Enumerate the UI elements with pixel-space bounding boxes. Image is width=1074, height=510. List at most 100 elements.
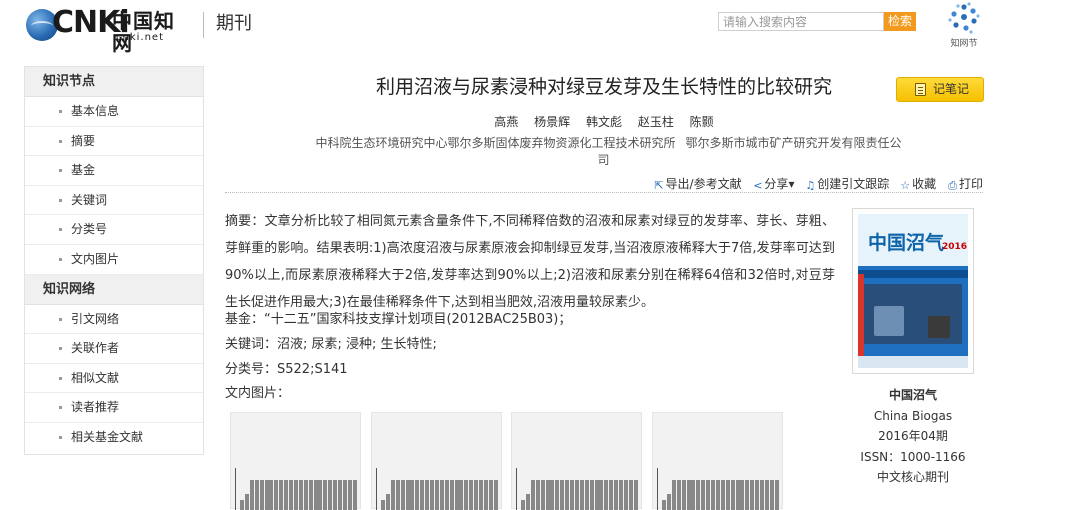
figure-bar — [740, 480, 745, 510]
share-label: 分享 — [764, 177, 789, 191]
figure-bar — [604, 480, 609, 510]
citation-tracking-button[interactable]: ♫ 创建引文跟踪 — [804, 175, 889, 192]
sidebar-item-related-fund-docs[interactable]: 相关基金文献 — [25, 423, 203, 453]
share-icon: < — [753, 179, 763, 192]
figure-chart-preview — [376, 468, 498, 510]
author-link[interactable]: 赵玉柱 — [638, 115, 674, 129]
author-link[interactable]: 韩文彪 — [586, 115, 622, 129]
sidebar-item-similar-docs[interactable]: 相似文献 — [25, 364, 203, 394]
figure-bar — [570, 480, 574, 510]
sidebar-item-fund[interactable]: 基金 — [25, 156, 203, 186]
figure-bar — [750, 480, 755, 510]
figure-bar — [696, 480, 701, 510]
figure-chart-preview — [516, 468, 638, 510]
logo-url: cnki.net — [116, 32, 164, 43]
figure-bar — [274, 480, 279, 510]
section-title[interactable]: 期刊 — [216, 12, 252, 36]
figure-bar — [303, 480, 308, 510]
figure-bar — [318, 480, 323, 510]
figure-bar — [488, 480, 493, 510]
keywords-links[interactable]: 沼液; 尿素; 浸种; 生长特性; — [277, 337, 437, 352]
figure-bar — [676, 480, 681, 510]
figure-bar — [415, 480, 420, 510]
figure-bar — [609, 480, 614, 510]
figure-bar — [410, 480, 415, 510]
cover-photo — [864, 284, 962, 344]
author-link[interactable]: 陈颢 — [690, 115, 714, 129]
journal-issue[interactable]: 2016年04期 — [852, 426, 974, 447]
print-button[interactable]: ⎙ 打印 — [946, 175, 983, 192]
article-toolbar: ⇱ 导出/参考文献 < 分享▾ ♫ 创建引文跟踪 ☆ 收藏 ⎙ 打印 — [225, 175, 983, 192]
figure-bar — [483, 480, 488, 510]
figure-bar — [769, 480, 774, 510]
figure-bar — [289, 480, 293, 510]
sidebar-item-reader-recommend[interactable]: 读者推荐 — [25, 393, 203, 423]
figure-bar — [706, 480, 711, 510]
keywords-row: 关键词：沼液; 尿素; 浸种; 生长特性; — [225, 335, 437, 355]
figure-bar — [686, 480, 691, 510]
figure-bar — [671, 480, 676, 510]
figure-bar — [249, 480, 254, 510]
search-input[interactable] — [718, 12, 884, 31]
figure-thumbnail[interactable] — [652, 412, 783, 510]
journal-cover[interactable]: 中国沼气 2016 — [852, 208, 974, 374]
sidebar-item-figures[interactable]: 文内图片 — [25, 245, 203, 275]
share-button[interactable]: < 分享▾ — [751, 175, 794, 192]
figure-bar — [474, 480, 479, 510]
figure-bar — [755, 480, 760, 510]
organization-list: 中科院生态环境研究中心鄂尔多斯固体废弃物资源化工程技术研究所 鄂尔多斯市城市矿产研… — [310, 135, 902, 169]
figure-thumbnail[interactable] — [230, 412, 361, 510]
export-reference-button[interactable]: ⇱ 导出/参考文献 — [653, 175, 741, 192]
favorite-label: 收藏 — [912, 177, 937, 191]
search-button[interactable]: 检索 — [884, 12, 916, 31]
author-link[interactable]: 高燕 — [494, 115, 518, 129]
sidebar-group-title-network: 知识网络 — [25, 274, 203, 305]
organization-link[interactable]: 中科院生态环境研究中心鄂尔多斯固体废弃物资源化工程技术研究所 — [315, 136, 675, 150]
figure-bar — [323, 480, 328, 510]
figure-bar — [535, 480, 540, 510]
figure-bar — [545, 480, 550, 510]
favorite-button[interactable]: ☆ 收藏 — [899, 175, 936, 192]
figure-bar — [525, 494, 530, 510]
figure-bar — [691, 480, 696, 510]
figure-bar — [745, 480, 750, 510]
figure-bar — [555, 480, 560, 510]
figure-bar — [293, 480, 298, 510]
sidebar-item-basic-info[interactable]: 基本信息 — [25, 97, 203, 127]
citation-tracking-label: 创建引文跟踪 — [817, 177, 890, 191]
figure-bar — [333, 480, 338, 510]
figure-bar — [550, 480, 555, 510]
figure-thumbnail[interactable] — [371, 412, 502, 510]
figure-bar — [493, 480, 498, 510]
sidebar-item-abstract[interactable]: 摘要 — [25, 127, 203, 157]
sidebar-item-citation-network[interactable]: 引文网络 — [25, 305, 203, 335]
figure-bar — [579, 480, 584, 510]
cnki-logo[interactable]: CNKi 中国知网 cnki.net — [26, 6, 188, 54]
figure-bar — [328, 480, 333, 510]
sidebar-item-keywords[interactable]: 关键词 — [25, 186, 203, 216]
figure-bar — [342, 480, 347, 510]
figure-bar — [390, 480, 395, 510]
fund-label: 基金： — [225, 312, 265, 327]
sidebar-item-classification[interactable]: 分类号 — [25, 215, 203, 245]
journal-issn: ISSN：1000-1166 — [860, 449, 966, 464]
author-link[interactable]: 杨景辉 — [534, 115, 570, 129]
figure-bar — [720, 480, 725, 510]
figure-bar — [259, 480, 264, 510]
figure-bar — [715, 480, 720, 510]
classification-label: 分类号： — [225, 362, 278, 377]
take-note-button[interactable]: 记笔记 — [896, 77, 984, 102]
figure-thumbnail[interactable] — [511, 412, 642, 510]
zhiwang-node-logo[interactable]: 知网节 — [944, 2, 984, 49]
take-note-label: 记笔记 — [933, 82, 970, 96]
fund-link[interactable]: “十二五”国家科技支撑计划项目(2012BAC25B03)； — [264, 312, 571, 327]
journal-name-link[interactable]: 中国沼气 — [852, 385, 974, 406]
journal-core-badge: 中文核心期刊 — [876, 470, 949, 484]
sidebar-item-related-authors[interactable]: 关联作者 — [25, 334, 203, 364]
figure-bar — [264, 480, 269, 510]
knowledge-sidebar: 知识节点 基本信息 摘要 基金 关键词 分类号 文内图片 知识网络 引文网络 关… — [24, 66, 204, 455]
figure-bar — [479, 480, 483, 510]
abstract-text: 文章分析比较了相同氮元素含量条件下,不同稀释倍数的沼液和尿素对绿豆的发芽率、芽长… — [225, 214, 835, 310]
figure-bar — [565, 480, 570, 510]
classification-value: S522;S141 — [277, 362, 348, 377]
